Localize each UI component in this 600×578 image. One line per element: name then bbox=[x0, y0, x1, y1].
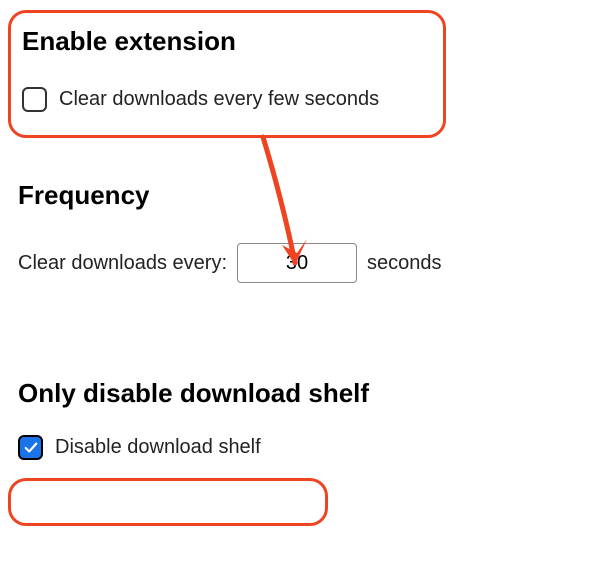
annotation-highlight-shelf bbox=[8, 478, 328, 526]
disable-shelf-title: Only disable download shelf bbox=[18, 378, 600, 409]
frequency-section: Frequency Clear downloads every: seconds bbox=[0, 180, 600, 283]
enable-extension-section: Enable extension Clear downloads every f… bbox=[0, 0, 600, 112]
frequency-prefix-label: Clear downloads every: bbox=[18, 252, 227, 275]
frequency-row: Clear downloads every: seconds bbox=[18, 243, 600, 283]
disable-shelf-checkbox[interactable] bbox=[18, 435, 43, 460]
clear-downloads-checkbox[interactable] bbox=[22, 87, 47, 112]
clear-downloads-checkbox-row: Clear downloads every few seconds bbox=[22, 87, 600, 112]
disable-shelf-checkbox-row: Disable download shelf bbox=[18, 435, 600, 460]
enable-extension-title: Enable extension bbox=[22, 26, 600, 57]
checkmark-icon bbox=[24, 441, 38, 455]
clear-downloads-label: Clear downloads every few seconds bbox=[59, 88, 379, 111]
disable-shelf-label: Disable download shelf bbox=[55, 436, 261, 459]
disable-shelf-section: Only disable download shelf Disable down… bbox=[0, 378, 600, 460]
frequency-title: Frequency bbox=[18, 180, 600, 211]
frequency-suffix-label: seconds bbox=[367, 252, 442, 275]
frequency-input[interactable] bbox=[237, 243, 357, 283]
